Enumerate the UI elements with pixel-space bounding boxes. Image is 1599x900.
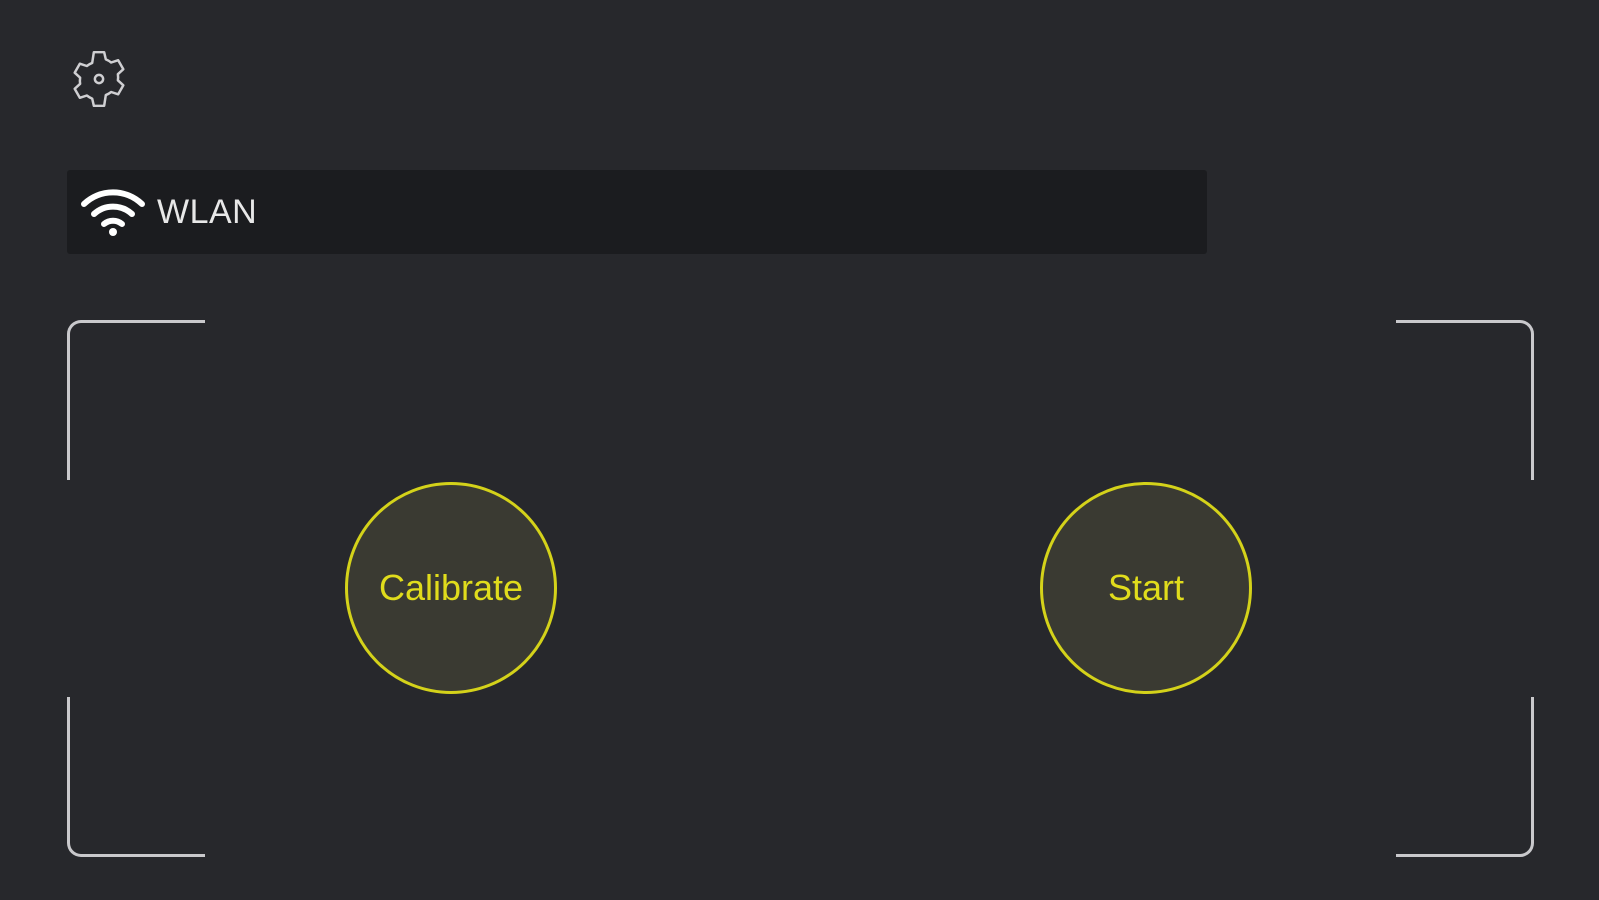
frame-corner-top-right [1396, 320, 1534, 480]
wifi-icon [79, 186, 147, 238]
start-button[interactable]: Start [1040, 482, 1252, 694]
wlan-label: WLAN [157, 192, 258, 231]
settings-button[interactable] [66, 46, 132, 112]
calibrate-button[interactable]: Calibrate [345, 482, 557, 694]
wlan-connection-bar[interactable]: WLAN [67, 170, 1207, 254]
app-screen: WLAN Calibrate Start [0, 0, 1599, 900]
frame-corner-bottom-right [1396, 697, 1534, 857]
gear-icon [73, 50, 125, 108]
frame-corner-top-left [67, 320, 205, 480]
frame-corner-bottom-left [67, 697, 205, 857]
